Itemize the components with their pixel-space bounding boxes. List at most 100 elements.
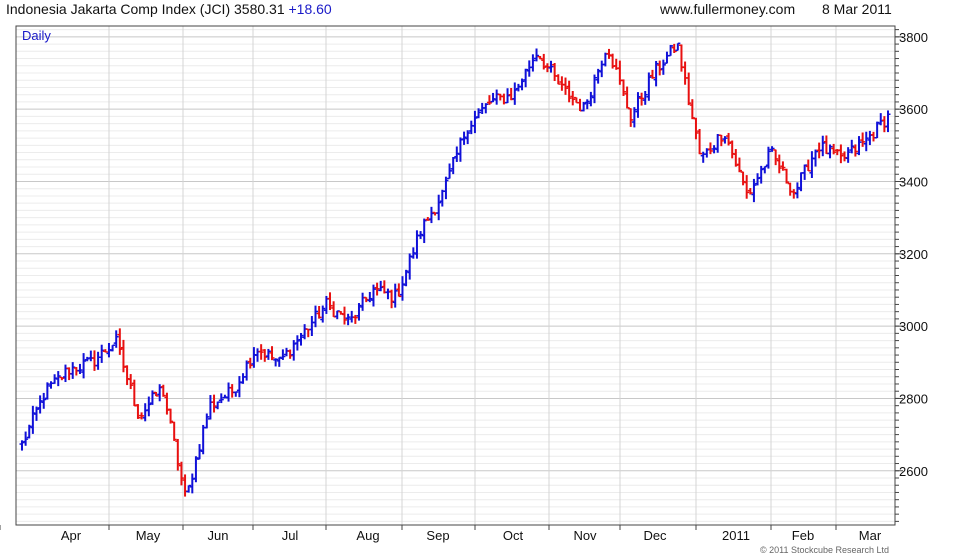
ohlc-bar — [820, 135, 826, 157]
ohlc-bar — [631, 107, 637, 128]
ohlc-bar — [62, 364, 68, 383]
ohlc-bar — [526, 60, 532, 77]
ohlc-bar — [171, 421, 177, 441]
ohlc-bar — [483, 103, 489, 114]
ohlc-bar — [715, 133, 721, 153]
ohlc-bar — [410, 247, 416, 259]
period-label: Daily — [22, 28, 51, 43]
ohlc-bar — [81, 353, 87, 379]
ohlc-bar — [244, 360, 250, 381]
ohlc-bar — [258, 344, 264, 360]
ohlc-bar — [566, 80, 572, 103]
ohlc-bar — [668, 44, 674, 57]
ohlc-bar — [23, 431, 29, 446]
ohlc-bar — [95, 351, 101, 370]
x-tick-label: Oct — [503, 528, 524, 543]
price-chart: 2600 2800 3000 3200 3400 3600 3800 Apr May Jun Jul… — [0, 25, 928, 543]
ohlc-bar — [312, 305, 318, 328]
ohlc-bar — [240, 373, 246, 384]
ohlc-bar — [827, 144, 833, 159]
ohlc-bar — [33, 406, 39, 421]
ohlc-bar — [860, 132, 866, 147]
ohlc-bar — [298, 332, 304, 346]
ohlc-bar — [189, 473, 195, 494]
y-tick-label: 3200 — [899, 247, 928, 262]
x-tick-label: May — [136, 528, 161, 543]
ohlc-bar — [664, 51, 670, 64]
x-tick-label: Feb — [792, 528, 814, 543]
y-tick-label: 3000 — [899, 319, 928, 334]
ohlc-bar — [592, 74, 598, 104]
ohlc-bar — [755, 173, 761, 186]
ohlc-bar — [581, 101, 587, 112]
x-tick-label: Sep — [426, 528, 449, 543]
ohlc-bar — [320, 305, 326, 323]
ohlc-bar — [726, 132, 732, 146]
ohlc-bar — [849, 139, 855, 154]
y-tick-label: 3800 — [899, 30, 928, 45]
axes: 2600 2800 3000 3200 3400 3600 3800 Apr May Jun Jul… — [0, 25, 928, 543]
ohlc-bar — [168, 408, 174, 424]
y-tick-label: 2600 — [899, 464, 928, 479]
ohlc-bar — [541, 53, 547, 70]
ohlc-bar — [602, 52, 608, 67]
ohlc-bar — [693, 117, 699, 140]
ohlc-bar — [428, 206, 434, 224]
x-tick-label: Jun — [208, 528, 229, 543]
ohlc-bar — [447, 163, 453, 180]
ohlc-bar — [606, 48, 612, 59]
ohlc-bar — [624, 86, 630, 109]
ohlc-bar — [646, 72, 652, 101]
ohlc-bars — [19, 42, 891, 497]
ohlc-bar — [439, 189, 445, 207]
x-tick-label: Dec — [643, 528, 667, 543]
y-tick-label: 3600 — [899, 102, 928, 117]
ohlc-bar — [48, 381, 54, 389]
ohlc-bar — [265, 348, 271, 360]
ohlc-bar — [414, 230, 420, 259]
ohlc-bar — [599, 60, 605, 78]
ohlc-bar — [236, 376, 242, 398]
x-tick-label: Jul — [282, 528, 299, 543]
y-tick-label: 2800 — [899, 391, 928, 406]
ohlc-bar — [468, 120, 474, 135]
ohlc-bar — [204, 413, 210, 429]
ohlc-bar — [885, 110, 891, 133]
ohlc-bar — [457, 137, 463, 162]
ohlc-bar — [120, 339, 126, 373]
ohlc-bar — [211, 394, 217, 413]
ohlc-bar — [316, 306, 322, 319]
x-tick-label: 2011 — [722, 528, 750, 543]
ohlc-bar — [360, 292, 366, 311]
ohlc-bar — [776, 154, 782, 174]
ohlc-bar — [88, 350, 94, 362]
ohlc-bar — [331, 301, 337, 318]
ohlc-bar — [91, 350, 97, 371]
ohlc-bar — [436, 194, 442, 221]
ohlc-bar — [124, 365, 130, 386]
y-tick-label: 3400 — [899, 174, 928, 189]
ohlc-bar — [530, 54, 536, 72]
copyright-notice: © 2011 Stockcube Research Ltd — [760, 545, 890, 555]
x-tick-label: Aug — [356, 528, 379, 543]
ohlc-bar — [881, 116, 887, 133]
ohlc-bar — [341, 306, 347, 325]
gridlines — [16, 26, 895, 525]
ohlc-bar — [744, 175, 750, 199]
ohlc-bar — [534, 48, 540, 62]
ohlc-bar — [686, 72, 692, 106]
ohlc-bar — [117, 328, 123, 355]
ohlc-bar — [472, 110, 478, 134]
ohlc-bar — [773, 149, 779, 166]
ohlc-bar — [722, 136, 728, 144]
ohlc-bar — [751, 178, 757, 203]
ohlc-bar — [486, 95, 492, 105]
ohlc-bar — [505, 88, 511, 104]
ohlc-bar — [718, 134, 724, 147]
ohlc-bar — [635, 92, 641, 118]
ohlc-bar — [588, 91, 594, 107]
x-tick-label: Apr — [61, 528, 82, 543]
x-tick-label: Nov — [573, 528, 597, 543]
x-tick-label: Mar — [859, 528, 882, 543]
ohlc-bar — [233, 391, 239, 397]
